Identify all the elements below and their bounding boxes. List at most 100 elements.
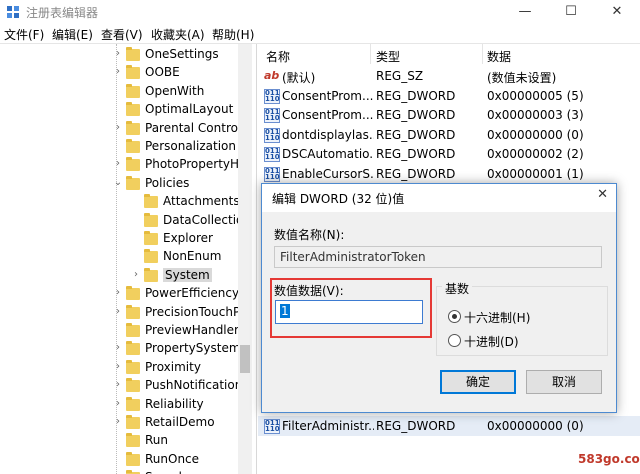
tree-item-label: PushNotifications [145, 378, 249, 393]
folder-icon [144, 231, 158, 245]
folder-icon [126, 396, 140, 411]
tree-item[interactable]: › RetailDemo [0, 414, 252, 432]
folder-icon [126, 175, 140, 190]
list-row[interactable]: ab (默认) REG_SZ (数值未设置) [258, 66, 640, 86]
tree-item[interactable]: › OOBE [0, 64, 252, 82]
chevron-right-icon[interactable]: › [113, 361, 123, 372]
chevron-right-icon[interactable]: › [113, 287, 123, 298]
tree-scroll-thumb[interactable] [240, 345, 250, 373]
tree-item-label: NonEnum [163, 249, 222, 264]
tree-item[interactable]: › System [0, 267, 252, 285]
list-row[interactable]: 011 110 dontdisplaylas... REG_DWORD 0x000000… [258, 125, 640, 145]
chevron-right-icon[interactable]: › [113, 416, 123, 427]
tree-item[interactable]: › Proximity [0, 359, 252, 377]
tree-item[interactable]: ›Search [0, 469, 252, 474]
column-name-header[interactable]: 名称 [266, 48, 290, 65]
folder-icon [126, 102, 140, 117]
maximize-button[interactable]: ☐ [548, 0, 594, 24]
chevron-down-icon[interactable]: ⌄ [113, 177, 123, 188]
dword-value-icon: 011 110 [264, 108, 280, 124]
tree-item-label: RetailDemo [145, 415, 215, 429]
column-type-header[interactable]: 类型 [376, 48, 400, 65]
tree-item[interactable]: Personalization [0, 138, 252, 156]
registry-tree: › OneSettings › OOBE OpenWith OptimalLayout › P… [0, 44, 252, 474]
menu-file[interactable]: 文件(F) [4, 26, 44, 43]
chevron-right-icon[interactable]: › [113, 48, 123, 59]
list-row-filter-admin[interactable]: 011 110 FilterAdministr... REG_DWORD 0x00… [258, 416, 640, 436]
tree-item[interactable]: › OneSettings [0, 46, 252, 64]
value-name: ConsentProm... [282, 88, 374, 103]
chevron-right-icon[interactable]: › [113, 158, 123, 169]
value-data: 0x00000005 (5) [487, 88, 584, 103]
menu-favorites[interactable]: 收藏夹(A) [151, 26, 205, 43]
tree-item[interactable]: Explorer [0, 230, 252, 248]
pane-splitter[interactable] [256, 44, 257, 474]
folder-icon [126, 415, 140, 429]
chevron-right-icon[interactable]: › [113, 342, 123, 353]
list-row[interactable]: 011 110 ConsentProm... REG_DWORD 0x00000005 … [258, 86, 640, 106]
tree-item-label: PreviewHandlers [145, 323, 246, 337]
menu-edit[interactable]: 编辑(E) [52, 26, 93, 43]
chevron-right-icon[interactable]: › [113, 379, 123, 390]
value-type: REG_DWORD [376, 127, 456, 142]
chevron-right-icon[interactable]: › [113, 122, 123, 133]
tree-item[interactable]: › PowerEfficiencyDi [0, 285, 252, 303]
folder-icon [126, 433, 140, 448]
tree-item[interactable]: ⌄ Policies [0, 175, 252, 193]
column-divider[interactable] [482, 44, 483, 64]
tree-item[interactable]: PreviewHandlers [0, 322, 252, 340]
tree-item-label: PropertySystem [145, 341, 241, 356]
tree-item[interactable]: › PushNotifications [0, 377, 252, 395]
tree-scrollbar[interactable] [238, 44, 252, 474]
tree-item[interactable]: Attachments [0, 193, 252, 211]
chevron-right-icon[interactable]: › [113, 306, 123, 317]
tree-item-label: Search [145, 470, 186, 474]
list-row[interactable]: 011 110 ConsentProm... REG_DWORD 0x00000003 … [258, 105, 640, 125]
value-data: (数值未设置) [487, 71, 557, 85]
list-row[interactable]: 011 110 EnableCursorS... REG_DWORD 0x0000000… [258, 164, 640, 184]
tree-item-label: RunOnce [145, 451, 200, 466]
tree-item[interactable]: Run [0, 432, 252, 450]
dialog-close-icon[interactable]: ✕ [597, 187, 608, 202]
tree-item-label: OptimalLayout [145, 102, 234, 117]
tree-item-label: Policies [145, 175, 190, 190]
tree-item[interactable]: OpenWith [0, 83, 252, 101]
watermark: 583go.com [578, 452, 640, 466]
tree-item[interactable]: › PrecisionTouchPa [0, 304, 252, 322]
column-data-header[interactable]: 数据 [487, 48, 511, 65]
minimize-button[interactable]: — [502, 0, 548, 24]
value-data-input[interactable]: 1 [275, 300, 423, 324]
chevron-right-icon[interactable]: › [131, 269, 141, 280]
tree-item[interactable]: NonEnum [0, 248, 252, 266]
chevron-right-icon[interactable]: › [113, 66, 123, 77]
tree-item[interactable]: › PropertySystem [0, 340, 252, 358]
value-type: REG_DWORD [376, 167, 456, 181]
value-type: REG_DWORD [376, 108, 456, 123]
tree-item[interactable]: OptimalLayout [0, 101, 252, 119]
radio-selected-icon [448, 310, 461, 323]
tree-item-label: Attachments [163, 194, 240, 209]
list-row[interactable]: 011 110 DSCAutomatio... REG_DWORD 0x00000002… [258, 144, 640, 164]
cancel-button[interactable]: 取消 [526, 370, 602, 394]
tree-item[interactable]: › Parental Controls [0, 120, 252, 138]
tree-item[interactable]: RunOnce [0, 451, 252, 469]
folder-icon [126, 83, 140, 98]
tree-item-label: PrecisionTouchPa [145, 304, 248, 319]
value-type: REG_DWORD [376, 419, 456, 433]
folder-icon [144, 267, 158, 282]
chevron-right-icon[interactable]: › [113, 398, 123, 409]
dword-value-icon: 011 110 [264, 419, 280, 434]
tree-item[interactable]: › Reliability [0, 396, 252, 414]
value-type: REG_DWORD [376, 147, 456, 162]
ok-button[interactable]: 确定 [440, 370, 516, 394]
value-name-label: 数值名称(N): [274, 228, 345, 242]
tree-item[interactable]: › PhotoPropertyHa [0, 156, 252, 174]
menu-help[interactable]: 帮助(H) [212, 26, 254, 43]
value-data: 0x00000001 (1) [487, 167, 584, 181]
close-button[interactable]: ✕ [594, 0, 640, 24]
menu-view[interactable]: 查看(V) [101, 26, 143, 43]
tree-item-label: Run [145, 433, 169, 448]
column-divider[interactable] [370, 44, 371, 64]
tree-item[interactable]: DataCollection [0, 212, 252, 230]
tree-item-label: PhotoPropertyHa [145, 157, 247, 172]
